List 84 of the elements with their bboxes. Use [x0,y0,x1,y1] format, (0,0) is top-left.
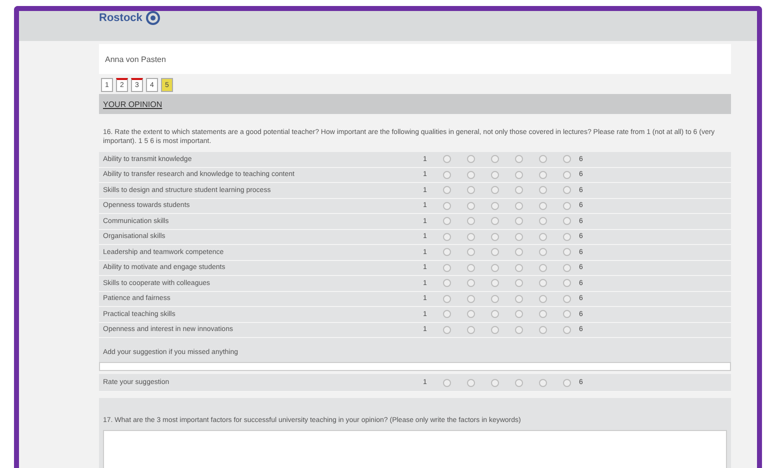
radio-button[interactable] [539,279,547,288]
radio-button[interactable] [515,378,523,386]
radio-button[interactable] [539,248,547,256]
radio-button[interactable] [539,310,547,318]
radio-button[interactable] [515,186,523,194]
radio-button[interactable] [539,170,547,179]
radio-button[interactable] [491,248,499,256]
radio-button[interactable] [539,326,547,334]
radio-button[interactable] [491,294,499,303]
radio-button[interactable] [443,186,451,194]
radio-button[interactable] [467,378,475,386]
radio-button[interactable] [515,326,523,334]
radio-button[interactable] [443,279,451,288]
radio-button[interactable] [491,326,499,334]
radio-button[interactable] [563,326,571,334]
radio-button[interactable] [491,264,499,272]
radio-button[interactable] [563,217,571,226]
radio-button[interactable] [443,310,451,318]
radio-button[interactable] [515,310,523,318]
respondent-name: Anna von Pasten [105,54,166,64]
radio-button[interactable] [515,217,523,226]
radio-button[interactable] [443,170,451,179]
radio-button[interactable] [443,202,451,210]
radio-button[interactable] [467,217,475,226]
logo: Rostock [99,11,160,25]
radio-button[interactable] [491,279,499,288]
radio-button[interactable] [491,186,499,194]
radio-button[interactable] [563,310,571,318]
radio-button[interactable] [539,217,547,226]
radio-button[interactable] [539,264,547,272]
radio-button[interactable] [563,294,571,303]
radio-button[interactable] [539,378,547,386]
radio-button[interactable] [515,294,523,303]
radio-button[interactable] [563,279,571,288]
radio-button[interactable] [515,248,523,256]
answer-box[interactable] [103,430,727,468]
radio-button[interactable] [491,217,499,226]
radio-button[interactable] [467,326,475,334]
radio-button[interactable] [467,155,475,164]
radio-button[interactable] [539,202,547,210]
radio-button[interactable] [491,310,499,318]
radio-button[interactable] [539,232,547,241]
radio-button[interactable] [515,155,523,164]
radio-button[interactable] [491,232,499,241]
radio-button[interactable] [515,279,523,288]
radio-button[interactable] [467,170,475,179]
radio-button[interactable] [443,378,451,386]
radio-button[interactable] [563,202,571,210]
radio-button[interactable] [563,378,571,386]
radio-button[interactable] [491,202,499,210]
radio-button[interactable] [539,294,547,303]
seal-icon [146,11,160,25]
radio-button[interactable] [563,248,571,256]
radio-button[interactable] [467,232,475,241]
radio-button[interactable] [467,248,475,256]
radio-button[interactable] [515,264,523,272]
radio-button[interactable] [467,186,475,194]
radio-button[interactable] [515,170,523,179]
radio-button[interactable] [443,264,451,272]
radio-button[interactable] [539,155,547,164]
radio-button[interactable] [515,202,523,210]
radio-button[interactable] [467,310,475,318]
radio-button[interactable] [539,186,547,194]
radio-button[interactable] [467,264,475,272]
radio-button[interactable] [443,248,451,256]
radio-button[interactable] [491,378,499,386]
radio-button[interactable] [563,186,571,194]
radio-button[interactable] [515,232,523,241]
radio-button[interactable] [443,326,451,334]
radio-button[interactable] [491,155,499,164]
radio-button[interactable] [563,155,571,164]
radio-button[interactable] [491,170,499,179]
section-title: YOUR OPINION [103,100,162,108]
radio-button[interactable] [443,155,451,164]
radio-button[interactable] [467,294,475,303]
radio-button[interactable] [467,279,475,288]
radio-button[interactable] [443,294,451,303]
radio-button[interactable] [563,264,571,272]
radio-button[interactable] [443,217,451,226]
suggestion-field[interactable] [99,362,731,371]
radio-button[interactable] [563,170,571,179]
radio-button[interactable] [563,232,571,241]
radio-button[interactable] [467,202,475,210]
radio-button[interactable] [443,232,451,241]
